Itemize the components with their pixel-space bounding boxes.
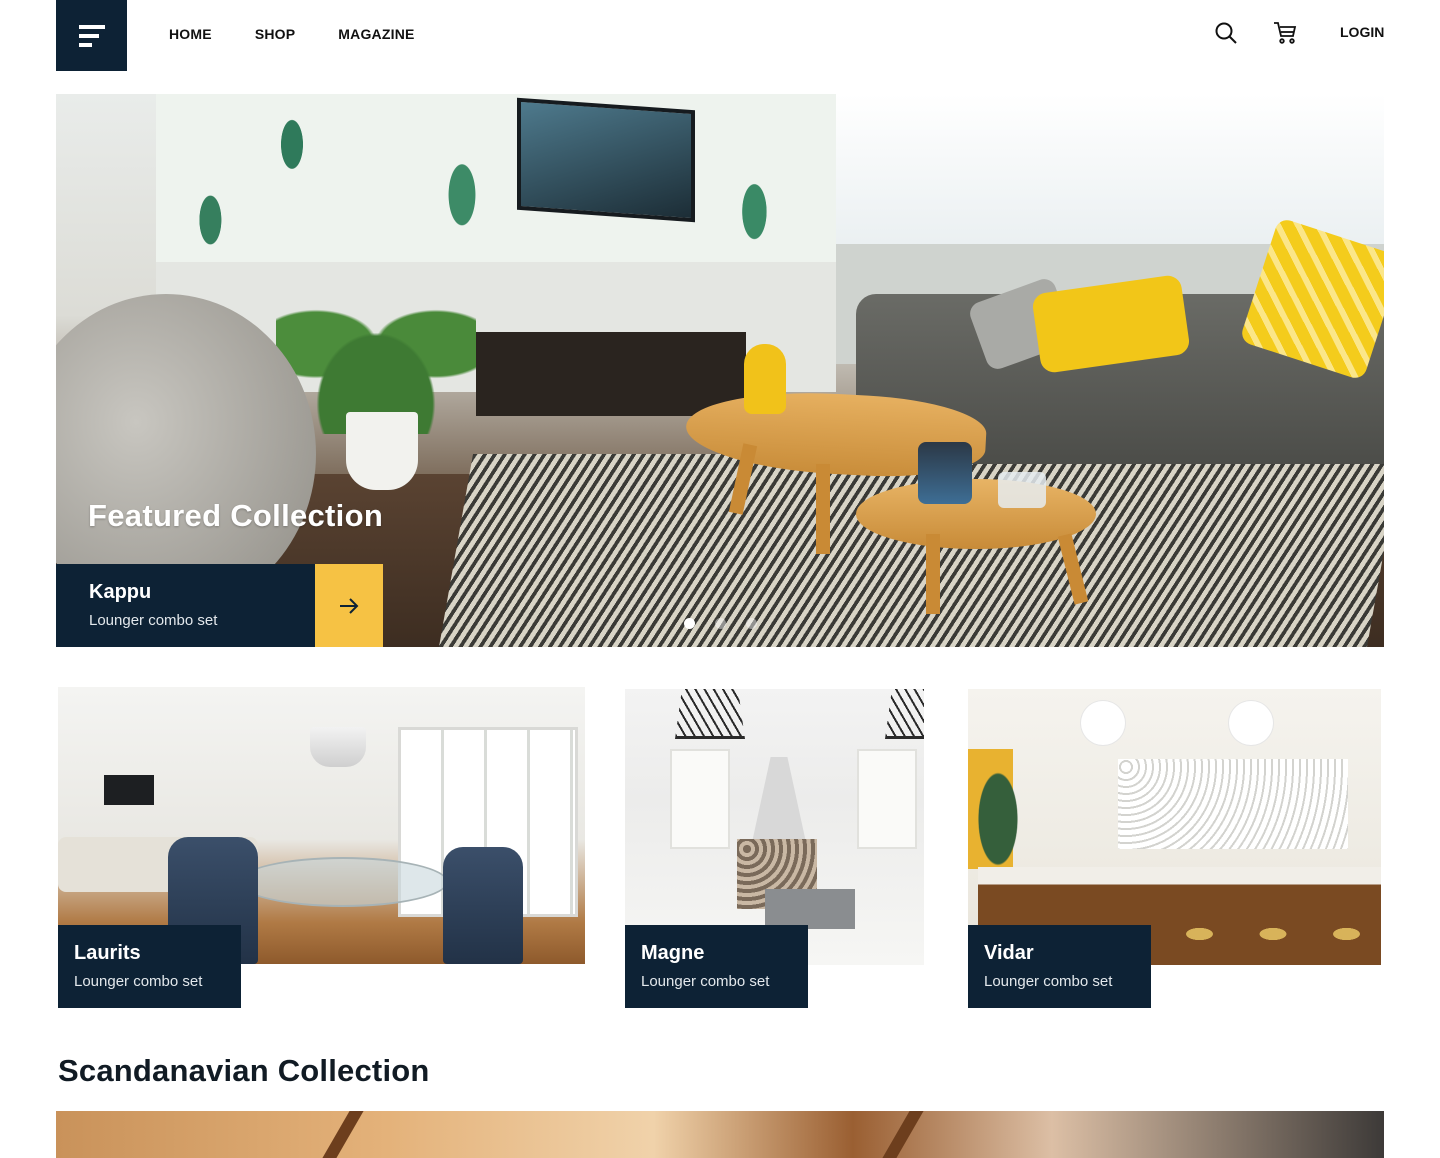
kitchen-pendant-lamp [675,689,745,739]
carousel-dot-3[interactable] [746,618,757,629]
card-label-magne[interactable]: Magne Lounger combo set [625,925,808,1008]
kitchen-pendant-lamp [885,689,924,739]
carousel-dot-2[interactable] [715,618,726,629]
nav-shop[interactable]: SHOP [255,26,295,42]
hero-table-leg [816,464,830,554]
card-subtitle: Lounger combo set [74,973,203,990]
section-title: Scandanavian Collection [58,1053,430,1088]
hero-banner: Featured Collection Kappu Lounger combo … [56,94,1384,647]
card-image-vidar[interactable] [968,689,1381,965]
login-link[interactable]: LOGIN [1340,24,1384,40]
vidar-stools [1168,924,1378,944]
kitchen-stove [765,889,855,929]
menu-logo-icon [78,24,105,47]
dining-chair [443,847,523,964]
banner-wood-stripe [322,1111,364,1158]
card-label-laurits[interactable]: Laurits Lounger combo set [58,925,241,1008]
kitchen-cabinet [670,749,730,849]
carousel-dot-1[interactable] [684,618,695,629]
arrow-right-icon [340,597,359,614]
banner-wood-stripe [882,1111,924,1158]
hero-product-card[interactable]: Kappu Lounger combo set [56,564,315,647]
card-name: Magne [641,942,705,964]
vidar-globe-lamp [1081,701,1125,745]
hero-tv [517,97,695,223]
dining-chandelier [310,727,366,767]
hero-product-name: Kappu [89,581,152,603]
main-nav: HOME SHOP MAGAZINE [169,26,415,42]
card-image-magne[interactable] [625,689,924,965]
dining-table [238,857,448,907]
kitchen-cabinet [857,749,917,849]
cart-icon[interactable] [1272,20,1298,46]
hero-cabinet [476,332,746,416]
kitchen-hood [751,757,807,847]
collection-banner-image[interactable] [56,1111,1384,1158]
hero-table-leg [926,534,940,614]
hero-figurine [744,344,786,414]
card-subtitle: Lounger combo set [984,973,1113,990]
logo-menu-button[interactable] [56,0,127,71]
hero-rug [438,454,1384,647]
card-subtitle: Lounger combo set [641,973,770,990]
search-icon[interactable] [1214,21,1238,45]
hero-jar [918,442,972,504]
vidar-globe-lamp [1229,701,1273,745]
nav-home[interactable]: HOME [169,26,212,42]
hero-wallpaper [156,94,836,262]
hero-title: Featured Collection [88,498,384,533]
carousel-dots [684,618,757,629]
dining-tv [104,775,154,805]
card-name: Vidar [984,942,1034,964]
nav-magazine[interactable]: MAGAZINE [338,26,414,42]
hero-glass [998,472,1046,508]
vidar-backsplash [1118,759,1348,849]
card-label-vidar[interactable]: Vidar Lounger combo set [968,925,1151,1008]
card-name: Laurits [74,942,141,964]
hero-plant-pot [346,412,418,490]
card-image-laurits[interactable] [58,687,585,964]
hero-product-subtitle: Lounger combo set [89,612,218,629]
hero-next-button[interactable] [315,564,383,647]
